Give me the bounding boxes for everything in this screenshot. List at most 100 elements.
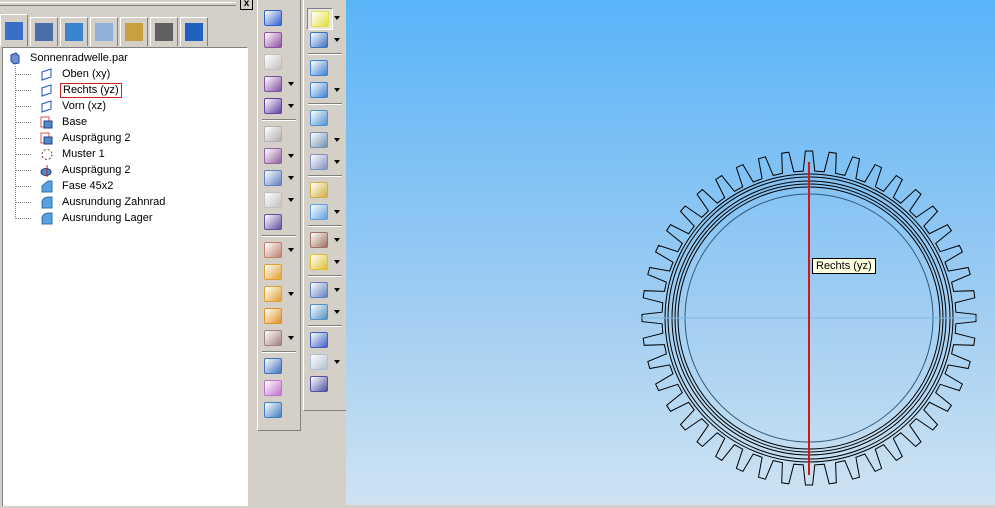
tab-camera-view[interactable] xyxy=(150,17,178,46)
sketch-icon xyxy=(310,32,328,48)
sketch-dropdown[interactable] xyxy=(334,30,341,50)
thicken-button[interactable] xyxy=(261,212,285,232)
tree-connector xyxy=(15,74,31,75)
tab-settings[interactable] xyxy=(180,17,208,46)
tree-item[interactable]: Ausprägung 2 xyxy=(40,130,133,146)
tree-item-label: Fase 45x2 xyxy=(62,179,114,192)
thin-region-button[interactable] xyxy=(307,280,331,300)
hole-point-button[interactable] xyxy=(261,124,285,144)
reference-plane-icon xyxy=(41,99,52,113)
tree-item-label: Base xyxy=(62,115,88,128)
layers-icon xyxy=(35,23,53,41)
mirror-dropdown[interactable] xyxy=(334,252,341,272)
split-curve-button[interactable] xyxy=(261,328,285,348)
tree-item[interactable]: Muster 1 xyxy=(40,146,107,162)
toolbar-separator xyxy=(308,103,342,105)
tree-item[interactable]: Fase 45x2 xyxy=(40,178,115,194)
thicken-icon xyxy=(264,214,282,230)
web-network-icon xyxy=(264,98,282,114)
tree-item[interactable]: Ausrundung Zahnrad xyxy=(40,194,167,210)
slot-dropdown[interactable] xyxy=(334,152,341,172)
slot-button[interactable] xyxy=(307,152,331,172)
3d-viewport[interactable]: Rechts (yz) xyxy=(346,0,995,505)
cut-plane-button[interactable] xyxy=(261,146,285,166)
sweep-button[interactable] xyxy=(261,8,285,28)
revolved-protrusion-button[interactable] xyxy=(307,80,331,100)
pattern-dropdown[interactable] xyxy=(334,230,341,250)
tree-item[interactable]: Ausrundung Lager xyxy=(40,210,155,226)
close-panel-button[interactable]: x xyxy=(240,0,253,10)
tree-item-label: Ausprägung 2 xyxy=(62,163,131,176)
link-button[interactable] xyxy=(261,400,285,420)
blue-surface-button[interactable] xyxy=(261,284,285,304)
panel-titlebar[interactable]: x xyxy=(0,0,253,10)
tab-layers[interactable] xyxy=(30,17,58,46)
feature-tree-icon xyxy=(5,21,23,40)
mirror-button[interactable] xyxy=(307,252,331,272)
curve-dropdown[interactable] xyxy=(288,240,295,260)
curve-icon xyxy=(264,242,282,258)
tab-color-manager[interactable] xyxy=(120,17,148,46)
vent-dropdown[interactable] xyxy=(288,190,295,210)
settings-icon xyxy=(185,23,203,41)
tree-item[interactable]: Rechts (yz) xyxy=(40,82,122,98)
curve-button[interactable] xyxy=(261,240,285,260)
gear-model[interactable] xyxy=(346,0,995,505)
select-tool-dropdown[interactable] xyxy=(334,8,341,28)
split-curve-dropdown[interactable] xyxy=(288,328,295,348)
sketch-button[interactable] xyxy=(307,30,331,50)
web-network-dropdown[interactable] xyxy=(288,96,295,116)
parallel-plane-button[interactable] xyxy=(307,374,331,394)
toolbar-separator xyxy=(308,53,342,55)
cutout-button[interactable] xyxy=(307,108,331,128)
select-tool-button[interactable] xyxy=(307,8,333,30)
rib-button[interactable] xyxy=(261,74,285,94)
reference-plane-icon xyxy=(41,83,52,97)
tree-item[interactable]: Vorn (xz) xyxy=(40,98,108,114)
tree-item-label: Ausrundung Zahnrad xyxy=(62,195,166,208)
surface-sweep-button[interactable] xyxy=(261,262,285,282)
tree-root[interactable]: Sonnenradwelle.par xyxy=(8,50,130,66)
parallel-plane-icon xyxy=(310,376,328,392)
hole-dropdown[interactable] xyxy=(334,130,341,150)
mirror-copy-button[interactable] xyxy=(261,356,285,376)
bounded-surface-button[interactable] xyxy=(261,306,285,326)
rib-dropdown[interactable] xyxy=(288,74,295,94)
cut-plane-dropdown[interactable] xyxy=(288,146,295,166)
tab-assembly[interactable] xyxy=(60,17,88,46)
plane-dropdown[interactable] xyxy=(334,352,341,372)
tree-item[interactable]: Oben (xy) xyxy=(40,66,112,82)
part-icon xyxy=(10,51,20,65)
lip-dropdown[interactable] xyxy=(288,168,295,188)
round-dropdown[interactable] xyxy=(334,202,341,222)
hole-button[interactable] xyxy=(307,130,331,150)
revolved-protrusion-dropdown[interactable] xyxy=(334,80,341,100)
chamfer-icon xyxy=(41,180,53,192)
flange-button[interactable] xyxy=(307,302,331,322)
vent-button[interactable] xyxy=(261,190,285,210)
flange-dropdown[interactable] xyxy=(334,302,341,322)
camera-view-icon xyxy=(155,23,173,41)
tab-layer-stack[interactable] xyxy=(90,17,118,46)
tab-feature-tree[interactable] xyxy=(0,14,28,46)
panel-grip[interactable] xyxy=(0,2,236,6)
thin-wall-button[interactable] xyxy=(261,52,285,72)
draft-button[interactable] xyxy=(307,180,331,200)
thin-region-dropdown[interactable] xyxy=(334,280,341,300)
panel-tabs xyxy=(0,14,210,47)
helix-button[interactable] xyxy=(261,30,285,50)
tree-connector xyxy=(15,218,31,219)
tree-connector xyxy=(15,186,31,187)
pattern-button[interactable] xyxy=(307,230,331,250)
round-button[interactable] xyxy=(307,202,331,222)
protrusion-button[interactable] xyxy=(307,58,331,78)
blue-surface-dropdown[interactable] xyxy=(288,284,295,304)
web-network-button[interactable] xyxy=(261,96,285,116)
part-copy-button[interactable] xyxy=(261,378,285,398)
rib-icon xyxy=(264,76,282,92)
coordinate-system-button[interactable] xyxy=(307,330,331,350)
tree-item[interactable]: Ausprägung 2 xyxy=(40,162,133,178)
lip-button[interactable] xyxy=(261,168,285,188)
plane-button[interactable] xyxy=(307,352,331,372)
tree-item[interactable]: Base xyxy=(40,114,89,130)
